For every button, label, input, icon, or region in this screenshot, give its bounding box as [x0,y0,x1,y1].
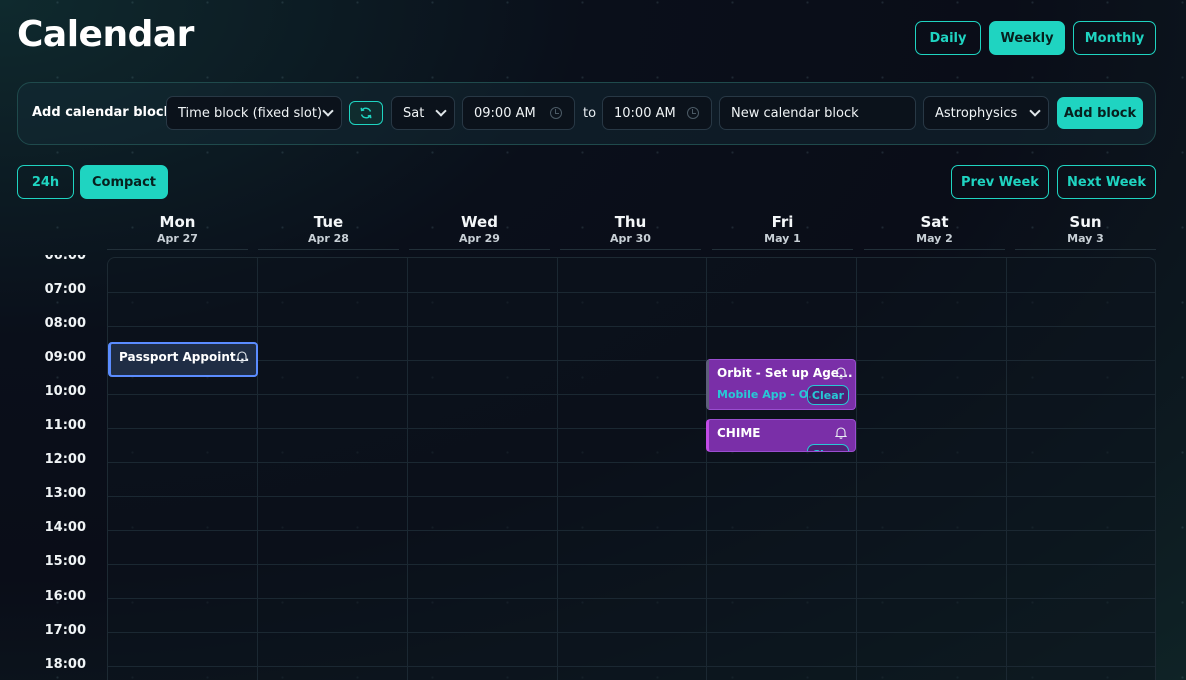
bell-icon[interactable] [835,426,847,439]
day-date: Apr 30 [610,232,651,245]
clock-icon [687,107,699,119]
day-name: Mon [159,213,196,231]
chevron-down-icon [1029,105,1041,117]
day-gridline [856,258,857,680]
start-time-value: 09:00 AM [474,105,536,121]
hour-gridline [108,564,1155,565]
chevron-down-icon [322,105,334,117]
day-gridline [257,258,258,680]
end-time-input[interactable]: 10:00 AM [602,96,712,130]
day-name: Tue [313,213,344,231]
day-name: Fri [771,213,794,231]
hour-gridline [108,292,1155,293]
event-orbit-setup[interactable]: Orbit - Set up Age... Mobile App - O... … [706,359,856,410]
hour-label: 06:00 [44,248,86,263]
start-time-input[interactable]: 09:00 AM [462,96,575,130]
day-header-mon: Mon Apr 27 [107,213,248,250]
day-header-wed: Wed Apr 29 [409,213,550,250]
add-block-label: Add calendar block [32,105,173,120]
hour-gridline [108,428,1155,429]
hour-gridline [108,496,1155,497]
compact-toggle-button[interactable]: Compact [80,165,168,199]
add-calendar-block-panel: Add calendar block Time block (fixed slo… [17,82,1156,145]
hour-label: 07:00 [44,282,86,297]
block-title-value: New calendar block [731,105,859,121]
clear-button[interactable]: Clear [807,444,849,451]
hour-label: 18:00 [44,657,86,672]
hour-gridline [108,394,1155,395]
hour-gridline [108,666,1155,667]
refresh-button[interactable] [349,101,383,125]
daily-view-button[interactable]: Daily [915,21,981,55]
event-title: Orbit - Set up Age... [717,366,853,380]
clock-icon [550,107,562,119]
end-time-value: 10:00 AM [614,105,676,121]
hour-gridline [108,462,1155,463]
event-title: CHIME [717,426,761,440]
24h-toggle-button[interactable]: 24h [17,165,74,199]
hour-gridline [108,632,1155,633]
hour-label: 14:00 [44,520,86,535]
category-select[interactable]: Astrophysics [923,96,1049,130]
day-date: May 1 [764,232,801,245]
day-name: Wed [461,213,498,231]
add-block-button[interactable]: Add block [1057,97,1143,129]
day-date: Apr 27 [157,232,198,245]
hour-label: 09:00 [44,350,86,365]
day-header-sun: Sun May 3 [1015,213,1156,250]
hour-label: 17:00 [44,623,86,638]
day-select-value: Sat [403,105,425,121]
block-title-input[interactable]: New calendar block [719,96,916,130]
block-type-select[interactable]: Time block (fixed slot) [166,96,342,130]
prev-week-button[interactable]: Prev Week [951,165,1049,199]
day-gridline [407,258,408,680]
day-header-fri: Fri May 1 [712,213,853,250]
hour-gridline [108,326,1155,327]
category-value: Astrophysics [935,105,1018,121]
hour-label: 15:00 [44,554,86,569]
day-date: Apr 28 [308,232,349,245]
chevron-down-icon [435,105,447,117]
hour-label: 16:00 [44,589,86,604]
day-header-sat: Sat May 2 [864,213,1005,250]
page-title: Calendar [17,14,194,55]
event-subtitle: Mobile App - O... [717,388,821,401]
day-gridline [706,258,707,680]
hour-label: 12:00 [44,452,86,467]
hour-label: 08:00 [44,316,86,331]
day-header-thu: Thu Apr 30 [560,213,701,250]
hour-gridline [108,530,1155,531]
event-passport-appointment[interactable]: Passport Appoint... [108,342,258,377]
day-gridline [557,258,558,680]
day-name: Sat [920,213,949,231]
day-select[interactable]: Sat [391,96,455,130]
day-gridline [1006,258,1007,680]
hour-gridline [108,598,1155,599]
hour-gridline [108,360,1155,361]
day-name: Sun [1069,213,1102,231]
week-grid[interactable]: Passport Appoint... Orbit - Set up Age..… [107,257,1156,680]
refresh-icon [360,107,372,119]
hour-label: 13:00 [44,486,86,501]
day-date: May 2 [916,232,953,245]
hour-label: 10:00 [44,384,86,399]
monthly-view-button[interactable]: Monthly [1073,21,1156,55]
to-label: to [583,106,597,121]
bell-icon[interactable] [835,366,847,379]
next-week-button[interactable]: Next Week [1057,165,1156,199]
day-name: Thu [614,213,647,231]
day-date: Apr 29 [459,232,500,245]
weekly-view-button[interactable]: Weekly [989,21,1065,55]
event-chime[interactable]: CHIME Clear [706,419,856,452]
bell-icon[interactable] [236,350,248,363]
day-header-tue: Tue Apr 28 [258,213,399,250]
event-title: Passport Appoint... [119,350,250,364]
hour-label: 11:00 [44,418,86,433]
day-date: May 3 [1067,232,1104,245]
clear-button[interactable]: Clear [807,385,849,405]
block-type-value: Time block (fixed slot) [178,105,323,121]
